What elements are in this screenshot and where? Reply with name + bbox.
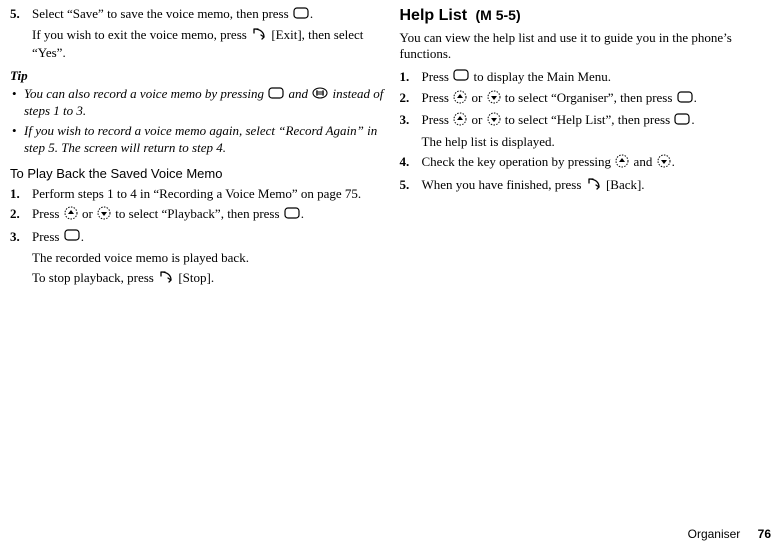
step-number: 3. xyxy=(10,229,20,245)
up-key-icon xyxy=(453,112,467,130)
help-step-5: 5. When you have finished, press [Back]. xyxy=(422,177,774,195)
down-key-icon xyxy=(487,90,501,108)
page: 5. Select “Save” to save the voice memo,… xyxy=(0,0,783,552)
text: If you wish to record a voice memo again… xyxy=(24,123,377,154)
center-key-icon xyxy=(677,91,693,107)
help-step-3: 3. Press or to select “Help List”, then … xyxy=(422,112,774,151)
text: [Back]. xyxy=(606,177,645,192)
text: . xyxy=(301,206,304,221)
heading-text: Help List xyxy=(400,7,468,24)
page-footer: Organiser 76 xyxy=(688,527,771,542)
text: When you have finished, press xyxy=(422,177,585,192)
text: [Stop]. xyxy=(178,270,214,285)
text: to display the Main Menu. xyxy=(473,69,611,84)
text: Select “Save” to save the voice memo, th… xyxy=(32,6,292,21)
text: Press xyxy=(422,90,453,105)
text: to select “Help List”, then press xyxy=(505,112,674,127)
soft-right-key-icon xyxy=(586,177,602,195)
tip-item-2: If you wish to record a voice memo again… xyxy=(24,123,384,156)
soft-right-key-icon xyxy=(251,27,267,45)
intro-text: You can view the help list and use it to… xyxy=(400,30,774,63)
center-key-icon xyxy=(453,69,469,85)
text: to select “Organiser”, then press xyxy=(505,90,676,105)
step-number: 5. xyxy=(400,177,410,193)
text: The help list is displayed. xyxy=(422,134,555,149)
tip-list: You can also record a voice memo by pres… xyxy=(10,86,384,156)
hash-key-icon xyxy=(312,87,328,103)
text: Press xyxy=(32,229,63,244)
center-key-icon xyxy=(293,7,309,23)
center-key-icon xyxy=(674,113,690,129)
text: Press xyxy=(422,112,453,127)
help-list-heading: Help List (M 5-5) xyxy=(400,6,774,26)
text: or xyxy=(471,112,485,127)
text: Check the key operation by pressing xyxy=(422,155,615,170)
right-column: Help List (M 5-5) You can view the help … xyxy=(400,6,774,292)
step-number: 4. xyxy=(400,154,410,170)
text: Perform steps 1 to 4 in “Recording a Voi… xyxy=(32,186,361,201)
up-key-icon xyxy=(64,206,78,224)
center-key-icon xyxy=(284,207,300,223)
playback-step-2: 2. Press or to select “Playback”, then p… xyxy=(32,206,384,224)
center-key-icon xyxy=(64,229,80,245)
playback-step-3: 3. Press . The recorded voice memo is pl… xyxy=(32,229,384,289)
text: . xyxy=(691,112,694,127)
menu-path: (M 5-5) xyxy=(476,7,521,23)
soft-right-key-icon xyxy=(158,270,174,288)
text: Press xyxy=(32,206,63,221)
text: The recorded voice memo is played back. xyxy=(32,250,249,265)
text: . xyxy=(310,6,313,21)
step-number: 1. xyxy=(10,186,20,202)
playback-step-1: 1. Perform steps 1 to 4 in “Recording a … xyxy=(32,186,384,202)
text: or xyxy=(471,90,485,105)
text: and xyxy=(289,86,312,101)
text: to select “Playback”, then press xyxy=(115,206,283,221)
footer-section: Organiser xyxy=(688,527,741,541)
down-key-icon xyxy=(487,112,501,130)
left-column: 5. Select “Save” to save the voice memo,… xyxy=(10,6,384,292)
step-number: 2. xyxy=(10,206,20,222)
text: . xyxy=(81,229,84,244)
text: To stop playback, press xyxy=(32,270,157,285)
text: If you wish to exit the voice memo, pres… xyxy=(32,27,250,42)
help-step-4: 4. Check the key operation by pressing a… xyxy=(422,154,774,172)
text: Press xyxy=(422,69,453,84)
left-step-5: 5. Select “Save” to save the voice memo,… xyxy=(32,6,384,62)
tip-item-1: You can also record a voice memo by pres… xyxy=(24,86,384,119)
step-number: 3. xyxy=(400,112,410,128)
up-key-icon xyxy=(453,90,467,108)
step-number: 2. xyxy=(400,90,410,106)
center-key-icon xyxy=(268,87,284,103)
text: You can also record a voice memo by pres… xyxy=(24,86,267,101)
step-number: 1. xyxy=(400,69,410,85)
text: or xyxy=(82,206,96,221)
help-step-1: 1. Press to display the Main Menu. xyxy=(422,69,774,86)
down-key-icon xyxy=(657,154,671,172)
footer-page-number: 76 xyxy=(758,527,771,541)
text: . xyxy=(672,155,675,170)
tip-heading: Tip xyxy=(10,68,384,84)
text: . xyxy=(694,90,697,105)
up-key-icon xyxy=(615,154,629,172)
subheading-playback: To Play Back the Saved Voice Memo xyxy=(10,166,384,182)
text: and xyxy=(634,155,656,170)
step-number: 5. xyxy=(10,6,20,22)
down-key-icon xyxy=(97,206,111,224)
help-step-2: 2. Press or to select “Organiser”, then … xyxy=(422,90,774,108)
